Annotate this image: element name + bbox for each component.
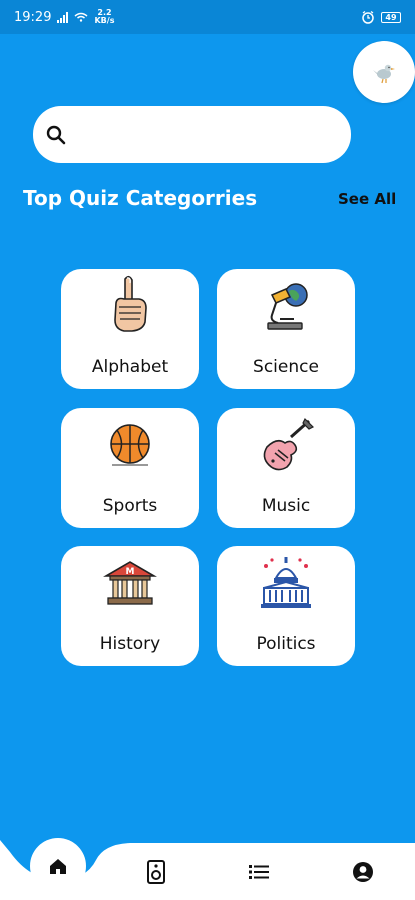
museum-building-icon: M: [100, 554, 160, 614]
capitol-building-icon: [256, 554, 316, 614]
status-left: 19:29 2.2 KB/s: [14, 9, 114, 25]
category-label: Science: [253, 357, 319, 377]
nav-profile-button[interactable]: [351, 860, 375, 884]
battery-icon: 49: [381, 11, 401, 23]
search-input[interactable]: [75, 124, 319, 145]
basketball-icon: [100, 416, 160, 476]
status-right: 49: [361, 10, 401, 24]
alarm-icon: [362, 10, 374, 24]
signal-icon: [57, 11, 69, 23]
network-speed: 2.2 KB/s: [94, 8, 115, 25]
category-card-history[interactable]: M History: [61, 546, 199, 666]
nav-speaker-button[interactable]: [144, 858, 168, 886]
list-icon: [249, 865, 269, 879]
status-bar: 19:29 2.2 KB/s 49: [0, 0, 415, 34]
electric-guitar-icon: [256, 416, 316, 476]
bird-icon: [373, 64, 395, 84]
category-card-sports[interactable]: Sports: [61, 408, 199, 528]
category-label: Music: [261, 496, 311, 516]
search-icon: [46, 125, 66, 144]
home-icon: [50, 859, 66, 874]
status-time: 19:29: [14, 9, 52, 25]
nav-home-button[interactable]: [30, 838, 86, 894]
profile-icon: [353, 862, 373, 882]
category-label: Sports: [102, 496, 158, 516]
see-all-link[interactable]: See All: [338, 190, 396, 208]
category-label: Politics: [256, 634, 316, 654]
microscope-globe-icon: [256, 277, 316, 337]
category-card-science[interactable]: Science: [217, 269, 355, 389]
category-card-alphabet[interactable]: Alphabet: [61, 269, 199, 389]
category-card-music[interactable]: Music: [217, 408, 355, 528]
search-bar[interactable]: [33, 106, 351, 163]
sign-language-hand-icon: [100, 275, 160, 337]
nav-list-button[interactable]: [247, 862, 271, 882]
speaker-icon: [147, 860, 165, 884]
battery-level: 49: [385, 12, 397, 22]
profile-avatar-button[interactable]: [353, 41, 415, 103]
section-title: Top Quiz Categorries: [23, 186, 258, 210]
category-label: Alphabet: [91, 357, 169, 377]
wifi-icon: [74, 12, 88, 22]
category-card-politics[interactable]: Politics: [217, 546, 355, 666]
category-label: History: [99, 634, 161, 654]
